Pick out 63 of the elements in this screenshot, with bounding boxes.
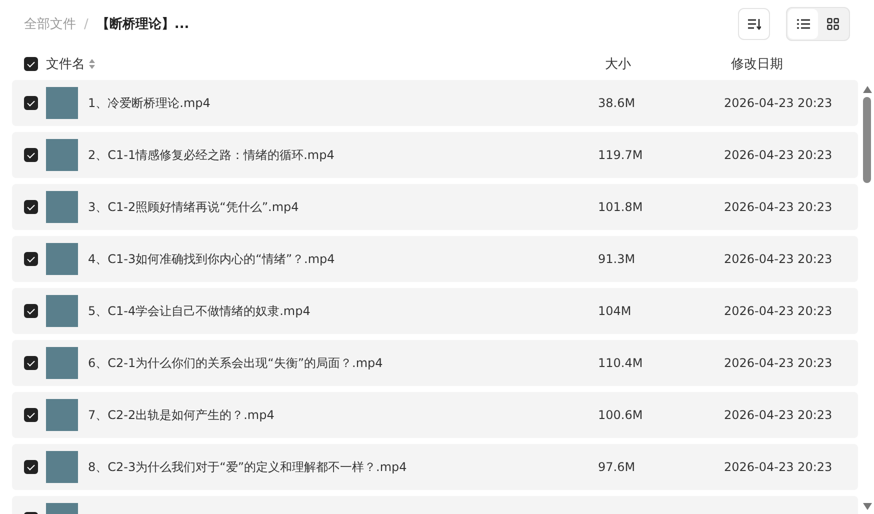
modified-date: 2026-04-23 20:23: [724, 304, 832, 318]
file-size: 101.8M: [598, 200, 644, 214]
file-name: 7、C2-2出轨是如何产生的？.mp4: [88, 406, 276, 424]
row-checkbox[interactable]: [24, 96, 38, 110]
video-thumbnail-placeholder: [46, 139, 78, 171]
row-checkbox[interactable]: [24, 304, 38, 318]
scrollbar-thumb[interactable]: [863, 97, 871, 183]
row-checkbox[interactable]: [24, 252, 38, 266]
file-size: 119.7M: [598, 148, 644, 162]
list-view-button[interactable]: [788, 9, 818, 39]
file-size: 97.6M: [598, 460, 636, 474]
video-thumbnail-placeholder: [46, 347, 78, 379]
modified-date: 2026-04-23 20:23: [724, 408, 832, 422]
breadcrumb-separator: /: [84, 16, 88, 32]
modified-date: 2026-04-23 20:23: [724, 252, 832, 266]
row-checkbox[interactable]: [24, 148, 38, 162]
sort-button[interactable]: [738, 8, 770, 40]
video-thumbnail-placeholder: [46, 295, 78, 327]
row-checkbox[interactable]: [24, 408, 38, 422]
column-header[interactable]: 文件名: [46, 55, 85, 73]
video-thumbnail-placeholder: [46, 451, 78, 483]
file-row[interactable]: 6、C2-1为什么你们的关系会出现“失衡”的局面？.mp4 110.4M 2026-04-23 20:23: [12, 340, 858, 386]
file-name: 6、C2-1为什么你们的关系会出现“失衡”的局面？.mp4: [88, 354, 384, 372]
video-thumbnail-placeholder: [46, 243, 78, 275]
modified-date: 2026-04-23 20:23: [724, 148, 832, 162]
select-all-checkbox[interactable]: [24, 57, 38, 71]
file-name: 3、C1-2照顾好情绪再说“凭什么”.mp4: [88, 198, 300, 216]
file-row[interactable]: 5、C1-4学会让自己不做情绪的奴隶.mp4 104M 2026-04-23 20:23: [12, 288, 858, 334]
row-checkbox[interactable]: [24, 356, 38, 370]
video-thumbnail-placeholder: [46, 87, 78, 119]
file-row[interactable]: 4、C1-3如何准确找到你内心的“情绪”？.mp4 91.3M 2026-04-23 20:23: [12, 236, 858, 282]
modified-date: 2026-04-23 20:23: [724, 460, 832, 474]
file-size: 91.3M: [598, 252, 636, 266]
video-thumbnail-placeholder: [46, 399, 78, 431]
column-header[interactable]: 大小: [605, 55, 731, 73]
file-row[interactable]: 2、C1-1情感修复必经之路：情绪的循环.mp4 119.7M 2026-04-23 20:23: [12, 132, 858, 178]
row-checkbox[interactable]: [24, 200, 38, 214]
file-name: 2、C1-1情感修复必经之路：情绪的循环.mp4: [88, 146, 336, 164]
grid-icon: [827, 18, 839, 30]
file-size: 38.6M: [598, 96, 636, 110]
scroll-down-icon[interactable]: [862, 503, 872, 510]
row-checkbox[interactable]: [24, 460, 38, 474]
sort-arrows-icon[interactable]: [89, 59, 95, 69]
file-row[interactable]: 7、C2-2出轨是如何产生的？.mp4 100.6M 2026-04-23 20:23: [12, 392, 858, 438]
file-size: 104M: [598, 304, 632, 318]
column-header[interactable]: 修改日期: [731, 55, 783, 73]
file-row[interactable]: 1、冷爱断桥理论.mp4 38.6M 2026-04-23 20:23: [12, 80, 858, 126]
file-row[interactable]: 8、C2-3为什么我们对于“爱”的定义和理解都不一样？.mp4 97.6M 2026-04-23 20:23: [12, 444, 858, 490]
file-size: 100.6M: [598, 408, 644, 422]
modified-date: 2026-04-23 20:23: [724, 96, 832, 110]
file-row[interactable]: 3、C1-2照顾好情绪再说“凭什么”.mp4 101.8M 2026-04-23 20:23: [12, 184, 858, 230]
file-name: 8、C2-3为什么我们对于“爱”的定义和理解都不一样？.mp4: [88, 458, 408, 476]
file-name: 1、冷爱断桥理论.mp4: [88, 94, 212, 112]
video-thumbnail-placeholder: [46, 191, 78, 223]
modified-date: 2026-04-23 20:23: [724, 200, 832, 214]
sort-icon: [747, 18, 761, 30]
breadcrumb-item[interactable]: 【断桥理论】...: [96, 15, 190, 33]
file-name: 5、C1-4学会让自己不做情绪的奴隶.mp4: [88, 302, 312, 320]
file-size: 110.4M: [598, 356, 644, 370]
scroll-up-icon[interactable]: [862, 86, 872, 93]
list-icon: [796, 19, 810, 29]
modified-date: 2026-04-23 20:23: [724, 356, 832, 370]
file-name: 4、C1-3如何准确找到你内心的“情绪”？.mp4: [88, 250, 336, 268]
